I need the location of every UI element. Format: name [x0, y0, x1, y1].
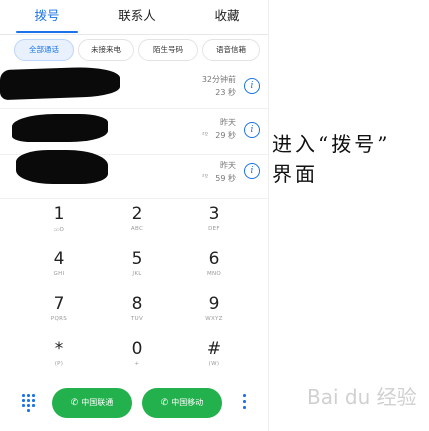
key-digit: * [54, 339, 64, 359]
dial-action-bar: ✆ 中国联通 ✆ 中国移动 [0, 384, 268, 424]
sim-indicator: ²º [201, 173, 208, 181]
key-digit: 0 [131, 339, 143, 359]
phone-icon: ✆ [70, 398, 79, 408]
key-letters: MNO [206, 271, 222, 277]
top-tabs: 拨号 联系人 收藏 [0, 0, 268, 34]
tab-contacts[interactable]: 联系人 [104, 0, 170, 32]
redacted-contact-name [12, 114, 108, 142]
key-digit: 7 [53, 294, 65, 314]
key-6[interactable]: 6 MNO [184, 249, 244, 291]
filter-missed[interactable]: 未接来电 [78, 39, 134, 61]
key-digit: 5 [131, 249, 143, 269]
tab-favorites[interactable]: 收藏 [196, 0, 258, 32]
filter-voicemail[interactable]: 语音信箱 [202, 39, 260, 61]
key-letters: PQRS [50, 316, 68, 322]
filter-all-calls[interactable]: 全部通话 [14, 39, 74, 61]
key-letters: JKL [132, 271, 142, 277]
key-star[interactable]: * (P) [29, 339, 89, 381]
key-7[interactable]: 7 PQRS [29, 294, 89, 336]
key-2[interactable]: 2 ABC [107, 204, 167, 246]
key-letters: (P) [54, 361, 64, 367]
call-time: 昨天 [220, 118, 236, 127]
annotation-line-1: 进入“拨号” [272, 132, 391, 156]
phone-screen: 拨号 联系人 收藏 全部通话 未接来电 陌生号码 语音信箱 32分钟前 23 秒… [0, 0, 269, 431]
call-button-label: 中国移动 [171, 398, 204, 407]
sim-indicator: ²º [201, 131, 208, 139]
key-hash[interactable]: # (W) [184, 339, 244, 381]
phone-icon: ✆ [160, 398, 169, 408]
call-duration: 29 秒 [215, 131, 236, 140]
call-button-label: 中国联通 [81, 398, 114, 407]
call-time: 昨天 [220, 161, 236, 170]
key-8[interactable]: 8 TUV [107, 294, 167, 336]
call-button-sim1[interactable]: ✆ 中国联通 [52, 388, 132, 418]
call-button-sim2[interactable]: ✆ 中国移动 [142, 388, 222, 418]
key-digit: 1 [53, 204, 65, 224]
info-icon[interactable]: i [244, 163, 260, 179]
redacted-contact-name [16, 150, 108, 184]
key-0[interactable]: 0 + [107, 339, 167, 381]
key-digit: 9 [208, 294, 220, 314]
info-icon[interactable]: i [244, 78, 260, 94]
key-4[interactable]: 4 GHI [29, 249, 89, 291]
call-duration: 23 秒 [215, 88, 236, 97]
key-digit: 2 [131, 204, 143, 224]
annotation-line-2: 界面 [272, 162, 318, 186]
dialpad-grid-icon[interactable] [22, 394, 36, 412]
call-log-row[interactable]: 昨天 ²º 29 秒 i [0, 110, 268, 155]
info-icon[interactable]: i [244, 122, 260, 138]
key-5[interactable]: 5 JKL [107, 249, 167, 291]
key-9[interactable]: 9 WXYZ [184, 294, 244, 336]
key-letters: TUV [130, 316, 144, 322]
more-vertical-icon[interactable] [241, 394, 247, 412]
key-letters: + [134, 361, 140, 367]
key-letters: DEF [208, 226, 220, 232]
key-letters: GHI [53, 271, 65, 277]
key-digit: 8 [131, 294, 143, 314]
key-letters: ABC [130, 226, 144, 232]
key-1[interactable]: 1 ထO [29, 204, 89, 246]
key-3[interactable]: 3 DEF [184, 204, 244, 246]
active-tab-indicator [16, 31, 78, 33]
filter-unknown[interactable]: 陌生号码 [138, 39, 198, 61]
call-filter-chips: 全部通话 未接来电 陌生号码 语音信箱 [0, 38, 268, 61]
tabs-divider [0, 34, 268, 35]
key-digit: 3 [208, 204, 220, 224]
redacted-contact-name [0, 65, 120, 101]
call-log-row[interactable]: 32分钟前 23 秒 i [0, 64, 268, 109]
key-digit: # [206, 339, 222, 359]
call-duration: 59 秒 [215, 174, 236, 183]
call-time: 32分钟前 [201, 75, 236, 84]
key-letters: (W) [208, 361, 220, 367]
key-letters: ထO [53, 227, 65, 233]
call-log-row[interactable]: 昨天 ²º 59 秒 i [0, 150, 268, 199]
key-digit: 4 [53, 249, 65, 269]
tab-dial[interactable]: 拨号 [16, 0, 78, 32]
watermark-logo: Bai du 经验 [307, 385, 417, 409]
key-letters: WXYZ [205, 316, 223, 322]
key-digit: 6 [208, 249, 220, 269]
